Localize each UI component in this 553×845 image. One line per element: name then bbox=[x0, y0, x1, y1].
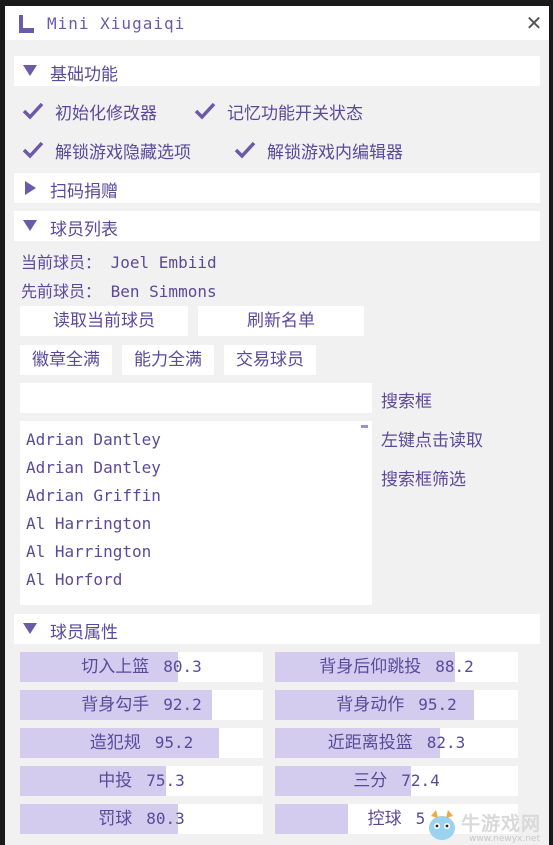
attribute-name: 背身后仰跳投 bbox=[319, 657, 422, 677]
chevron-down-icon bbox=[23, 65, 37, 76]
attribute-slider[interactable]: 背身勾手 92.2 bbox=[20, 690, 263, 720]
trade-player-button[interactable]: 交易球员 bbox=[224, 345, 316, 375]
list-item[interactable]: Adrian Griffin bbox=[26, 486, 161, 505]
max-abilities-button[interactable]: 能力全满 bbox=[122, 345, 214, 375]
checkmark-icon bbox=[21, 138, 45, 162]
attribute-text: 背身后仰跳投 88.2 bbox=[275, 652, 518, 682]
attribute-value: 95.2 bbox=[154, 733, 194, 752]
attribute-value: 5 bbox=[415, 809, 426, 828]
attribute-slider[interactable]: 背身后仰跳投 88.2 bbox=[275, 652, 518, 682]
list-item[interactable]: Al Horford bbox=[26, 570, 122, 589]
app-window: Mini Xiugaiqi ✕ 基础功能 初始化修改器 记忆功能开关状态 解锁游… bbox=[5, 6, 549, 845]
chevron-down-icon bbox=[23, 623, 37, 634]
list-item[interactable]: Al Harrington bbox=[26, 514, 151, 533]
attribute-text: 近距离投篮 82.3 bbox=[275, 728, 518, 758]
section-header-donate[interactable]: 扫码捐赠 bbox=[14, 173, 540, 203]
attribute-text: 造犯规 95.2 bbox=[20, 728, 263, 758]
section-header-attributes[interactable]: 球员属性 bbox=[14, 614, 540, 644]
attribute-slider[interactable]: 中投 75.3 bbox=[20, 766, 263, 796]
attribute-slider[interactable]: 三分 72.4 bbox=[275, 766, 518, 796]
attribute-name: 三分 bbox=[353, 771, 388, 791]
checkmark-icon bbox=[21, 99, 45, 123]
watermark-url: www.newyx.net bbox=[469, 834, 541, 844]
close-icon[interactable]: ✕ bbox=[523, 12, 545, 34]
attribute-value: 80.3 bbox=[163, 657, 202, 676]
checkbox-label: 解锁游戏内编辑器 bbox=[267, 142, 403, 163]
refresh-list-button[interactable]: 刷新名单 bbox=[198, 306, 364, 336]
mascot-icon bbox=[429, 810, 455, 840]
attribute-text: 背身勾手 92.2 bbox=[20, 690, 263, 720]
current-player-text: 当前球员： Joel Embiid bbox=[21, 253, 217, 272]
attribute-text: 切入上篮 80.3 bbox=[20, 652, 263, 682]
attribute-value: 88.2 bbox=[435, 657, 474, 676]
search-input[interactable] bbox=[20, 383, 372, 413]
left-click-read-label: 左键点击读取 bbox=[381, 431, 483, 451]
watermark-brand: 牛游戏网 bbox=[461, 813, 542, 835]
chevron-down-icon bbox=[23, 220, 37, 231]
attribute-name: 近距离投篮 bbox=[327, 733, 413, 753]
window-title: Mini Xiugaiqi bbox=[47, 14, 186, 33]
checkbox-init[interactable]: 初始化修改器 bbox=[21, 96, 157, 126]
attribute-text: 背身动作 95.2 bbox=[275, 690, 518, 720]
section-title-basic: 基础功能 bbox=[50, 65, 118, 85]
list-item[interactable]: Adrian Dantley bbox=[26, 458, 161, 477]
watermark: 牛游戏网 www.newyx.net bbox=[425, 806, 549, 845]
chevron-right-icon bbox=[25, 181, 36, 195]
main-panel: 基础功能 初始化修改器 记忆功能开关状态 解锁游戏隐藏选项 解锁游戏内编辑器 扫… bbox=[5, 40, 549, 845]
attribute-name: 切入上篮 bbox=[81, 657, 150, 677]
attribute-slider[interactable]: 切入上篮 80.3 bbox=[20, 652, 263, 682]
checkmark-icon bbox=[233, 138, 257, 162]
attribute-value: 75.3 bbox=[146, 771, 185, 790]
section-header-players[interactable]: 球员列表 bbox=[14, 211, 540, 241]
checkbox-label: 初始化修改器 bbox=[55, 103, 157, 124]
title-bar[interactable]: Mini Xiugaiqi ✕ bbox=[5, 6, 549, 40]
search-filter-label: 搜索框筛选 bbox=[381, 470, 466, 490]
section-title-attributes: 球员属性 bbox=[50, 623, 118, 643]
section-title-donate: 扫码捐赠 bbox=[50, 182, 118, 202]
checkbox-unlock-editor[interactable]: 解锁游戏内编辑器 bbox=[233, 135, 403, 165]
attribute-value: 95.2 bbox=[418, 695, 457, 714]
attribute-name: 背身勾手 bbox=[81, 695, 150, 715]
attribute-value: 72.4 bbox=[401, 771, 440, 790]
checkmark-icon bbox=[193, 99, 217, 123]
checkbox-memory[interactable]: 记忆功能开关状态 bbox=[193, 96, 363, 126]
attribute-text: 三分 72.4 bbox=[275, 766, 518, 796]
attribute-name: 背身动作 bbox=[336, 695, 405, 715]
attribute-value: 80.3 bbox=[146, 809, 185, 828]
search-box-label: 搜索框 bbox=[381, 392, 432, 412]
list-item[interactable]: Al Harrington bbox=[26, 542, 151, 561]
section-title-players: 球员列表 bbox=[50, 220, 118, 240]
attribute-name: 中投 bbox=[98, 771, 133, 791]
checkbox-label: 记忆功能开关状态 bbox=[227, 103, 363, 124]
attribute-slider[interactable]: 近距离投篮 82.3 bbox=[275, 728, 518, 758]
checkbox-label: 解锁游戏隐藏选项 bbox=[55, 142, 191, 163]
attribute-name: 罚球 bbox=[98, 809, 133, 829]
list-item[interactable]: Adrian Dantley bbox=[26, 430, 161, 449]
attribute-slider[interactable]: 造犯规 95.2 bbox=[20, 728, 263, 758]
attribute-text: 中投 75.3 bbox=[20, 766, 263, 796]
attribute-value: 82.3 bbox=[426, 733, 466, 752]
checkbox-unlock-hidden[interactable]: 解锁游戏隐藏选项 bbox=[21, 135, 191, 165]
app-logo-icon bbox=[19, 15, 34, 33]
attribute-name: 造犯规 bbox=[89, 733, 141, 753]
attribute-slider[interactable]: 背身动作 95.2 bbox=[275, 690, 518, 720]
list-scrollbar[interactable] bbox=[361, 425, 368, 428]
section-header-basic[interactable]: 基础功能 bbox=[14, 56, 540, 86]
attribute-name: 控球 bbox=[367, 809, 402, 829]
attribute-value: 92.2 bbox=[163, 695, 202, 714]
attribute-slider[interactable]: 罚球 80.3 bbox=[20, 804, 263, 834]
player-list[interactable]: Adrian Dantley Adrian Dantley Adrian Gri… bbox=[20, 421, 372, 605]
attribute-text: 罚球 80.3 bbox=[20, 804, 263, 834]
read-current-player-button[interactable]: 读取当前球员 bbox=[20, 306, 188, 336]
max-badges-button[interactable]: 徽章全满 bbox=[20, 345, 112, 375]
previous-player-text: 先前球员： Ben Simmons bbox=[21, 282, 217, 301]
